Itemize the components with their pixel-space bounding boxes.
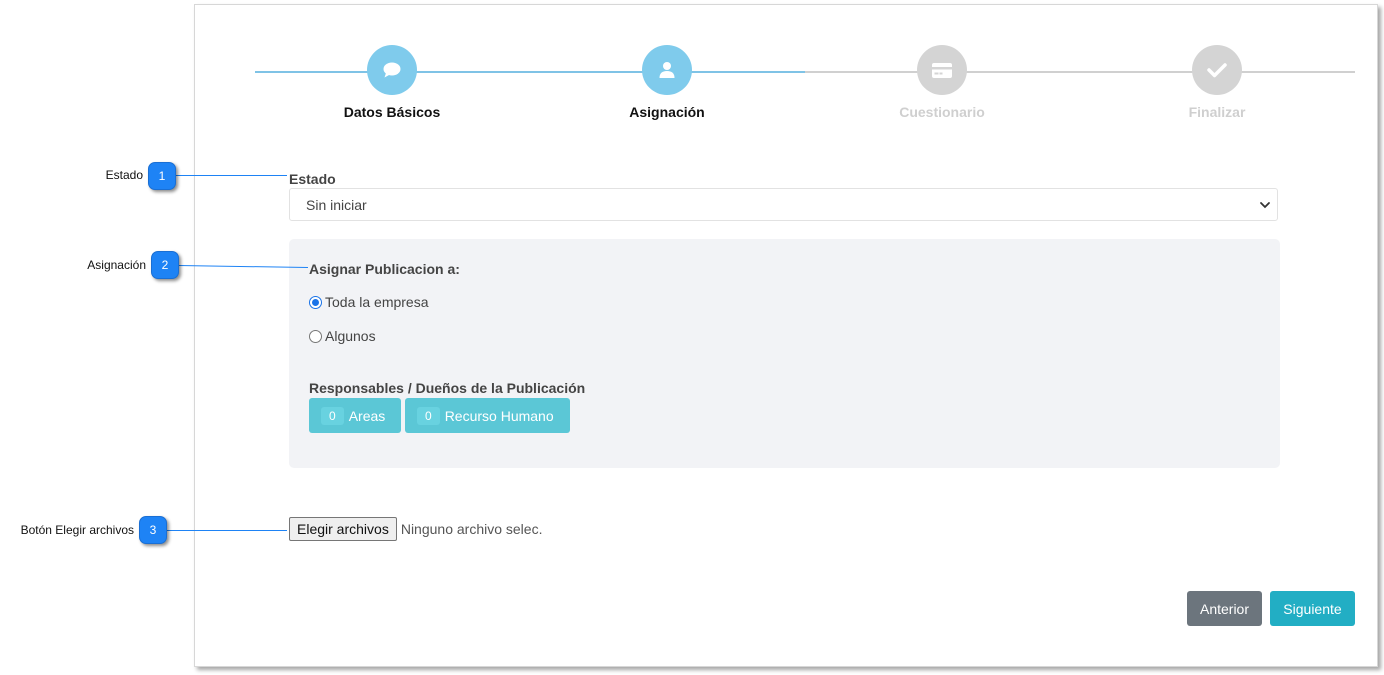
step-label: Asignación bbox=[629, 104, 705, 120]
step-circle bbox=[367, 45, 417, 95]
responsables-buttons: 0 Areas 0 Recurso Humano bbox=[309, 398, 570, 433]
step-datos-basicos[interactable]: Datos Básicos bbox=[312, 45, 472, 121]
estado-select-value: Sin iniciar bbox=[306, 197, 367, 213]
responsables-title: Responsables / Dueños de la Publicación bbox=[309, 380, 586, 396]
step-circle bbox=[1192, 45, 1242, 95]
radio-option-algunos[interactable]: Algunos bbox=[309, 328, 376, 344]
credit-card-icon bbox=[932, 62, 952, 78]
previous-button[interactable]: Anterior bbox=[1187, 591, 1262, 626]
recurso-humano-button-label: Recurso Humano bbox=[444, 407, 554, 424]
callout-text-3: Botón Elegir archivos bbox=[20, 523, 134, 537]
chat-bubble-icon bbox=[383, 62, 401, 78]
step-asignacion[interactable]: Asignación bbox=[587, 45, 747, 121]
step-label: Datos Básicos bbox=[343, 104, 441, 120]
radio-button[interactable] bbox=[309, 329, 322, 343]
step-finalizar[interactable]: Finalizar bbox=[1137, 45, 1297, 121]
radio-option-toda-la-empresa[interactable]: Toda la empresa bbox=[309, 294, 429, 310]
callout-line-3 bbox=[167, 530, 287, 531]
next-button[interactable]: Siguiente bbox=[1270, 591, 1355, 626]
step-circle bbox=[642, 45, 692, 95]
step-label: Cuestionario bbox=[899, 104, 985, 120]
step-circle bbox=[917, 45, 967, 95]
callout-line-1 bbox=[176, 175, 287, 176]
file-status-text: Ninguno archivo selec. bbox=[400, 521, 543, 537]
callout-badge-2: 2 bbox=[151, 251, 179, 279]
step-cuestionario[interactable]: Cuestionario bbox=[862, 45, 1022, 121]
callout-text-2: Asignación bbox=[87, 258, 146, 272]
chevron-down-icon bbox=[1260, 202, 1270, 209]
areas-button-label: Areas bbox=[348, 407, 386, 424]
recurso-humano-button[interactable]: 0 Recurso Humano bbox=[405, 398, 570, 433]
areas-count-badge: 0 bbox=[321, 406, 344, 425]
recurso-humano-count-badge: 0 bbox=[417, 406, 440, 425]
choose-files-button[interactable]: Elegir archivos bbox=[289, 517, 397, 541]
callout-text-1: Estado bbox=[105, 168, 143, 182]
user-icon bbox=[659, 62, 675, 78]
estado-select[interactable]: Sin iniciar bbox=[289, 188, 1278, 221]
wizard-card: Datos Básicos Asignación Cuestionario Fi… bbox=[194, 4, 1378, 667]
step-label: Finalizar bbox=[1188, 104, 1246, 120]
checkmark-icon bbox=[1207, 63, 1227, 78]
radio-button-checked[interactable] bbox=[309, 295, 322, 309]
assignment-panel: Asignar Publicacion a: Toda la empresa A… bbox=[289, 239, 1280, 468]
callout-badge-1: 1 bbox=[148, 162, 176, 190]
areas-button[interactable]: 0 Areas bbox=[309, 398, 401, 433]
callout-badge-3: 3 bbox=[139, 516, 167, 544]
radio-label: Toda la empresa bbox=[325, 294, 429, 310]
estado-label: Estado bbox=[289, 171, 336, 187]
assignment-title: Asignar Publicacion a: bbox=[309, 261, 460, 277]
radio-label: Algunos bbox=[325, 328, 376, 344]
file-input: Elegir archivos Ninguno archivo selec. bbox=[289, 517, 542, 541]
